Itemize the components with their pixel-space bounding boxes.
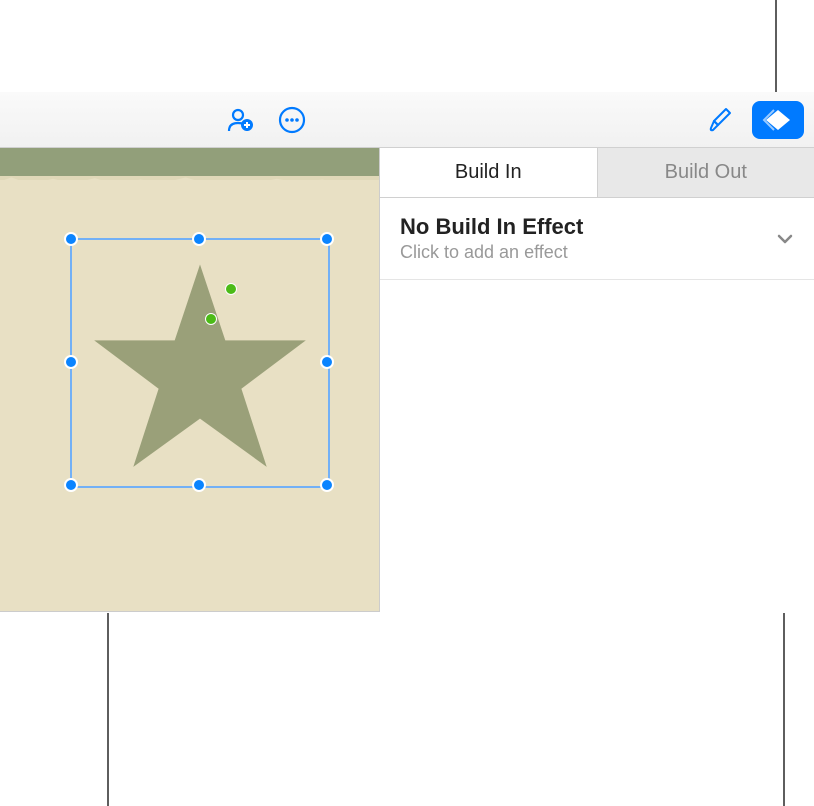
app-window: Build In Build Out No Build In Effect Cl… <box>0 92 814 806</box>
format-button[interactable] <box>700 100 740 140</box>
collaborate-button[interactable] <box>220 100 260 140</box>
inspector-empty-area <box>380 280 814 612</box>
more-button[interactable] <box>272 100 312 140</box>
ellipsis-circle-icon <box>277 105 307 135</box>
animate-button[interactable] <box>752 101 804 139</box>
vertex-handle-outer[interactable] <box>225 283 237 295</box>
callout-line-bottom-left <box>107 613 109 806</box>
build-tabs: Build In Build Out <box>380 148 814 198</box>
chevron-down-icon <box>776 233 794 245</box>
effect-title: No Build In Effect <box>400 214 776 240</box>
slide-canvas[interactable] <box>0 148 380 612</box>
callout-line-top <box>775 0 777 92</box>
tab-build-in-label: Build In <box>455 161 522 184</box>
bottom-area <box>0 612 814 806</box>
effect-info: No Build In Effect Click to add an effec… <box>400 214 776 263</box>
paintbrush-icon <box>706 106 734 134</box>
content-area: Build In Build Out No Build In Effect Cl… <box>0 148 814 612</box>
callout-line-bottom-right <box>783 613 785 806</box>
star-icon <box>85 253 315 483</box>
tab-build-out[interactable]: Build Out <box>598 148 814 197</box>
effect-selector[interactable]: No Build In Effect Click to add an effec… <box>380 198 814 280</box>
tab-build-in[interactable]: Build In <box>380 148 598 197</box>
animate-diamond-icon <box>762 107 794 133</box>
vertex-handle-inner[interactable] <box>205 313 217 325</box>
toolbar <box>0 92 814 148</box>
inspector-panel: Build In Build Out No Build In Effect Cl… <box>380 148 814 612</box>
star-shape[interactable] <box>85 253 315 483</box>
canvas-top-band <box>0 148 379 180</box>
effect-subtitle: Click to add an effect <box>400 242 776 263</box>
person-plus-icon <box>225 105 255 135</box>
toolbar-left-group <box>220 100 312 140</box>
tab-build-out-label: Build Out <box>665 161 747 184</box>
